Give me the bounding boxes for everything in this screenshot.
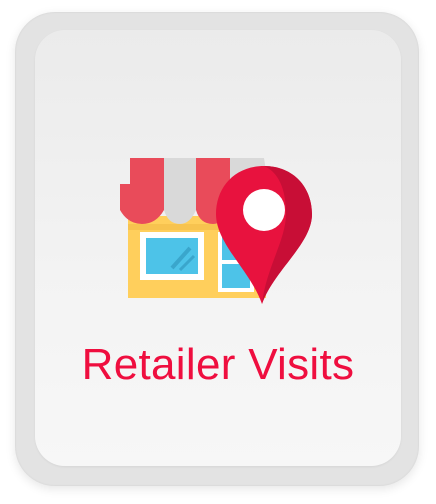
store-location-pin-icon <box>90 128 330 308</box>
card-title: Retailer Visits <box>81 340 355 389</box>
